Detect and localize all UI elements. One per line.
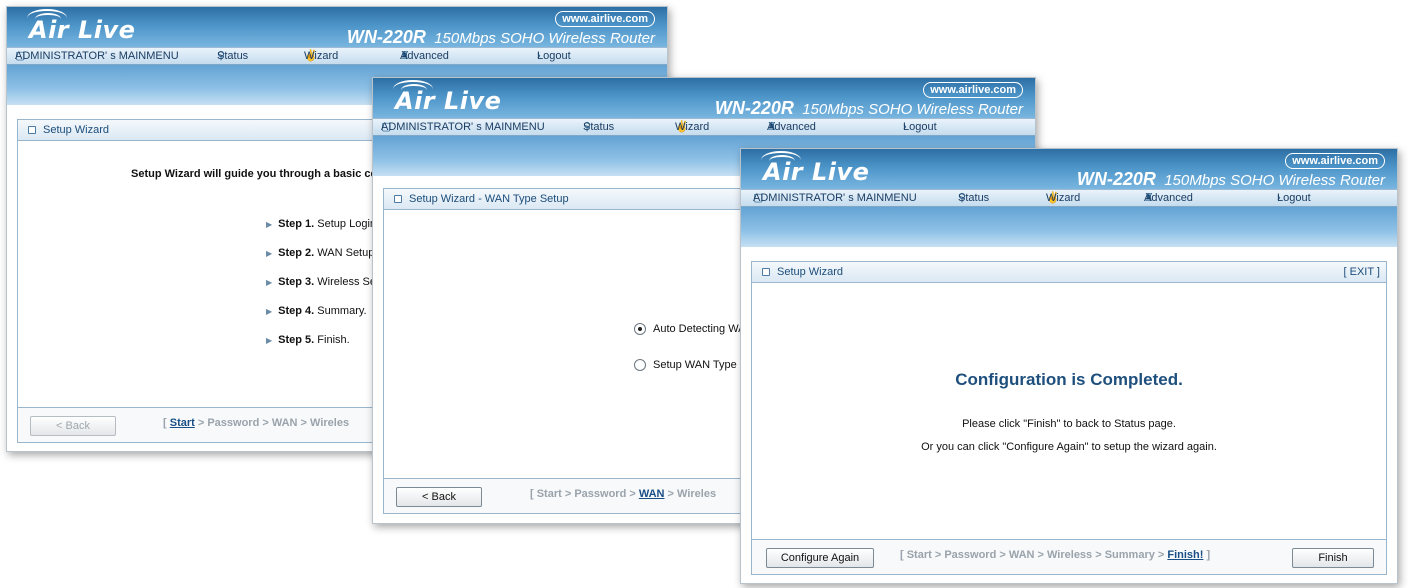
configure-again-instruction: Or you can click "Configure Again" to se… (921, 441, 1217, 453)
exit-link[interactable]: [ EXIT ] (1344, 262, 1380, 282)
main-nav: ▢ ADMINISTRATOR' s MAINMENU ⚲ Status ✌ Wiza… (373, 118, 1035, 136)
panel-icon (394, 195, 402, 204)
wizard-breadcrumb: [ Start > Password > WAN > Wireless > Su… (900, 549, 1211, 561)
website-url[interactable]: www.airlive.com (923, 82, 1023, 98)
wizard-steps-list: ▶ Step 1. Setup Login P ▶ Step 2. WAN Setu… (266, 218, 386, 363)
wizard-breadcrumb: [ Start > Password > WAN > Wireles (530, 488, 717, 500)
model-title: WN-220R 150Mbps SOHO Wireless Router (714, 98, 1023, 118)
configure-again-button[interactable]: Configure Again (766, 548, 874, 568)
step-item: ▶ Step 5. Finish. (266, 334, 350, 346)
step-item: ▶ Step 4. Summary. (266, 305, 367, 317)
header-banner: Air Live www.airlive.com WN-220R 150Mbps… (741, 149, 1397, 189)
website-url[interactable]: www.airlive.com (1285, 153, 1385, 169)
main-nav: ▢ ADMINISTRATOR' s MAINMENU ⚲ Status ✌ Wiza… (741, 189, 1397, 207)
airlive-logo: Air Live (761, 151, 869, 186)
finish-button[interactable]: Finish (1292, 548, 1374, 568)
panel-icon (28, 126, 36, 135)
website-url[interactable]: www.airlive.com (555, 11, 655, 27)
bullet-arrow-icon: ▶ (266, 336, 273, 345)
model-title: WN-220R 150Mbps SOHO Wireless Router (346, 27, 655, 47)
header-banner: Air Live www.airlive.com WN-220R 150Mbps… (373, 78, 1035, 118)
bullet-arrow-icon: ▶ (266, 307, 273, 316)
finish-instruction: Please click "Finish" to back to Status … (962, 418, 1176, 430)
setup-complete-panel: Setup Wizard [ EXIT ] Configuration is C… (751, 261, 1387, 575)
wizard-breadcrumb: [ Start > Password > WAN > Wireles (163, 417, 350, 429)
radio-unselected-icon[interactable] (634, 359, 646, 372)
wizard-window-finish: Air Live www.airlive.com WN-220R 150Mbps… (740, 148, 1398, 584)
completion-heading: Configuration is Completed. (955, 370, 1183, 389)
airlive-logo: Air Live (27, 9, 135, 44)
radio-selected-icon[interactable] (634, 323, 646, 336)
back-button[interactable]: < Back (396, 487, 482, 507)
header-banner: Air Live www.airlive.com WN-220R 150Mbps… (7, 7, 667, 47)
bullet-arrow-icon: ▶ (266, 249, 273, 258)
radio-auto-detect[interactable]: Auto Detecting WAI (634, 323, 749, 336)
main-nav: ▢ ADMINISTRATOR' s MAINMENU ⚲ Status ✌ Wiza… (7, 47, 667, 65)
step-item: ▶ Step 1. Setup Login P (266, 218, 387, 230)
header-band (741, 207, 1397, 247)
panel-footer: Configure Again [ Start > Password > WAN… (752, 539, 1386, 574)
bullet-arrow-icon: ▶ (266, 220, 273, 229)
airlive-logo: Air Live (393, 80, 501, 115)
back-button[interactable]: < Back (30, 416, 116, 436)
bullet-arrow-icon: ▶ (266, 278, 273, 287)
step-item: ▶ Step 3. Wireless Setu (266, 276, 386, 288)
panel-icon (762, 268, 770, 277)
radio-manual-setup[interactable]: Setup WAN Type M (634, 359, 749, 372)
panel-title: Setup Wizard [ EXIT ] (752, 262, 1386, 283)
step-item: ▶ Step 2. WAN Setup. (266, 247, 378, 259)
model-title: WN-220R 150Mbps SOHO Wireless Router (1076, 169, 1385, 189)
